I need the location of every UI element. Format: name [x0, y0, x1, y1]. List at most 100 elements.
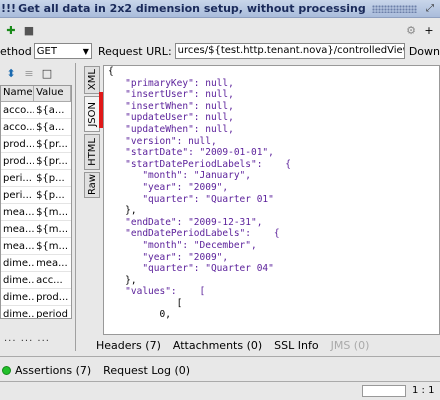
param-value: ${p...	[36, 189, 65, 201]
stop-icon[interactable]: ■	[22, 23, 36, 37]
param-name: acco...	[3, 104, 35, 116]
param-value: ${m...	[36, 206, 69, 218]
column-header-value[interactable]: Value	[34, 86, 71, 101]
method-value: GET	[36, 45, 57, 57]
table-row[interactable]: peri... ${p...	[1, 187, 71, 204]
param-value: period	[36, 308, 68, 319]
code-line: },	[108, 274, 137, 286]
table-row[interactable]: dime...acc...	[1, 272, 71, 289]
param-name: dime...	[3, 308, 34, 319]
table-row[interactable]: acco... ${a...	[1, 102, 71, 119]
code-line: "endDatePeriodLabels": {	[108, 228, 280, 240]
table-row[interactable]: mea... ${m...	[1, 204, 71, 221]
table-row[interactable]: prod... ${pr...	[1, 136, 71, 153]
status-field	[362, 385, 406, 397]
code-line: "month": "January",	[108, 170, 251, 182]
param-value: ${m...	[36, 223, 69, 235]
code-line: "quarter": "Quarter 04"	[108, 263, 274, 275]
param-name: mea...	[3, 223, 35, 235]
params-toolbar: ⬍ ≡ □	[0, 63, 75, 83]
param-name: dime...	[3, 274, 34, 286]
params-rows: acco... ${a... acco... ${a... prod... ${pr...…	[1, 102, 71, 319]
table-row[interactable]: mea... ${m...	[1, 238, 71, 255]
status-bar: 1 : 1	[0, 381, 440, 400]
code-line: "endDate": "2009-12-31",	[108, 216, 263, 228]
table-row[interactable]: mea... ${m...	[1, 221, 71, 238]
param-name: prod...	[3, 138, 35, 150]
json-content: { "primaryKey": null, "insertUser": null…	[104, 66, 439, 321]
param-name: acco...	[3, 121, 35, 133]
clear-param-icon[interactable]: □	[40, 66, 54, 80]
code-line: [	[108, 297, 183, 309]
maximize-icon[interactable]: ⤢	[423, 2, 437, 16]
tab-assertions[interactable]: Assertions (7)	[15, 364, 91, 377]
param-value: ${pr...	[36, 155, 68, 167]
params-table-header: Name Value	[1, 86, 71, 102]
window-title: Get all data in 2x2 dimension setup, wit…	[18, 2, 366, 15]
url-toolbar: ethod GET ▼ Request URL: urces/${test.ht…	[0, 41, 440, 61]
tab-html-label: HTML	[86, 138, 98, 166]
param-name: prod...	[3, 155, 35, 167]
method-label: ethod	[0, 44, 32, 58]
tab-ssl-info[interactable]: SSL Info	[274, 339, 318, 352]
response-json-editor[interactable]: { "primaryKey": null, "insertUser": null…	[103, 65, 440, 335]
response-tabs: Headers (7) Attachments (0) SSL Info JMS…	[96, 337, 381, 353]
options-icon[interactable]: ⚙	[404, 23, 418, 37]
table-row[interactable]: peri... ${p...	[1, 170, 71, 187]
param-value: acc...	[36, 274, 63, 286]
param-name: mea...	[3, 206, 35, 218]
chevron-down-icon: ▼	[82, 46, 89, 56]
view-tabs: XML JSON HTML Raw	[84, 66, 102, 200]
code-line: "values": [	[108, 286, 206, 298]
column-header-name[interactable]: Name	[1, 86, 35, 101]
table-row[interactable]: dime...prod...	[1, 289, 71, 306]
request-url-input[interactable]: urces/${test.http.tenant.nova}/controlle…	[174, 43, 405, 59]
window-titlebar: !!! Get all data in 2x2 dimension setup,…	[0, 0, 440, 18]
param-name: dime...	[3, 291, 34, 303]
tab-jms[interactable]: JMS (0)	[331, 339, 370, 352]
divider	[0, 356, 440, 357]
add-icon[interactable]: +	[422, 23, 436, 37]
code-line: "updateWhen": null,	[108, 123, 234, 135]
code-line: "startDatePeriodLabels": {	[108, 158, 292, 170]
code-line: },	[108, 205, 137, 217]
add-param-icon[interactable]: ⬍	[4, 66, 18, 80]
code-line: "year": "2009",	[108, 251, 229, 263]
tab-html[interactable]: HTML	[84, 134, 100, 170]
tab-headers[interactable]: Headers (7)	[96, 339, 161, 352]
assertions-bar: Assertions (7) Request Log (0)	[0, 362, 190, 378]
code-line: "insertUser": null,	[108, 89, 234, 101]
param-value: ${p...	[36, 172, 65, 184]
remove-param-icon[interactable]: ≡	[22, 66, 36, 80]
method-select[interactable]: GET ▼	[33, 43, 92, 59]
tab-json[interactable]: JSON	[84, 96, 100, 132]
code-line: "version": null,	[108, 135, 217, 147]
tab-attachments[interactable]: Attachments (0)	[173, 339, 262, 352]
table-row[interactable]: dime...period	[1, 306, 71, 319]
tab-raw[interactable]: Raw	[84, 172, 100, 198]
code-line: "quarter": "Quarter 01"	[108, 193, 274, 205]
tab-request-log[interactable]: Request Log (0)	[103, 364, 190, 377]
param-name: dime...	[3, 257, 34, 269]
tab-xml[interactable]: XML	[84, 66, 100, 94]
table-row[interactable]: prod... ${pr...	[1, 153, 71, 170]
param-value: ${a...	[36, 121, 65, 133]
code-line: "startDate": "2009-01-01",	[108, 147, 274, 159]
tab-xml-label: XML	[86, 69, 98, 91]
param-name: mea...	[3, 240, 35, 252]
code-line: "insertWhen": null,	[108, 100, 234, 112]
code-line: "month": "December",	[108, 239, 257, 251]
code-line: "year": "2009",	[108, 181, 229, 193]
download-label[interactable]: Down	[409, 45, 440, 58]
run-request-icon[interactable]: ✚	[4, 23, 18, 37]
param-value: mea...	[36, 257, 68, 269]
param-value: ${pr...	[36, 138, 68, 150]
code-line: {	[108, 66, 114, 77]
request-toolbar: ✚ ■ ⚙ +	[0, 20, 440, 40]
tab-json-label: JSON	[86, 101, 98, 127]
param-name: peri...	[3, 189, 32, 201]
code-line: "primaryKey": null,	[108, 77, 234, 89]
code-line: 0,	[108, 309, 171, 321]
table-row[interactable]: dime...mea...	[1, 255, 71, 272]
table-row[interactable]: acco... ${a...	[1, 119, 71, 136]
